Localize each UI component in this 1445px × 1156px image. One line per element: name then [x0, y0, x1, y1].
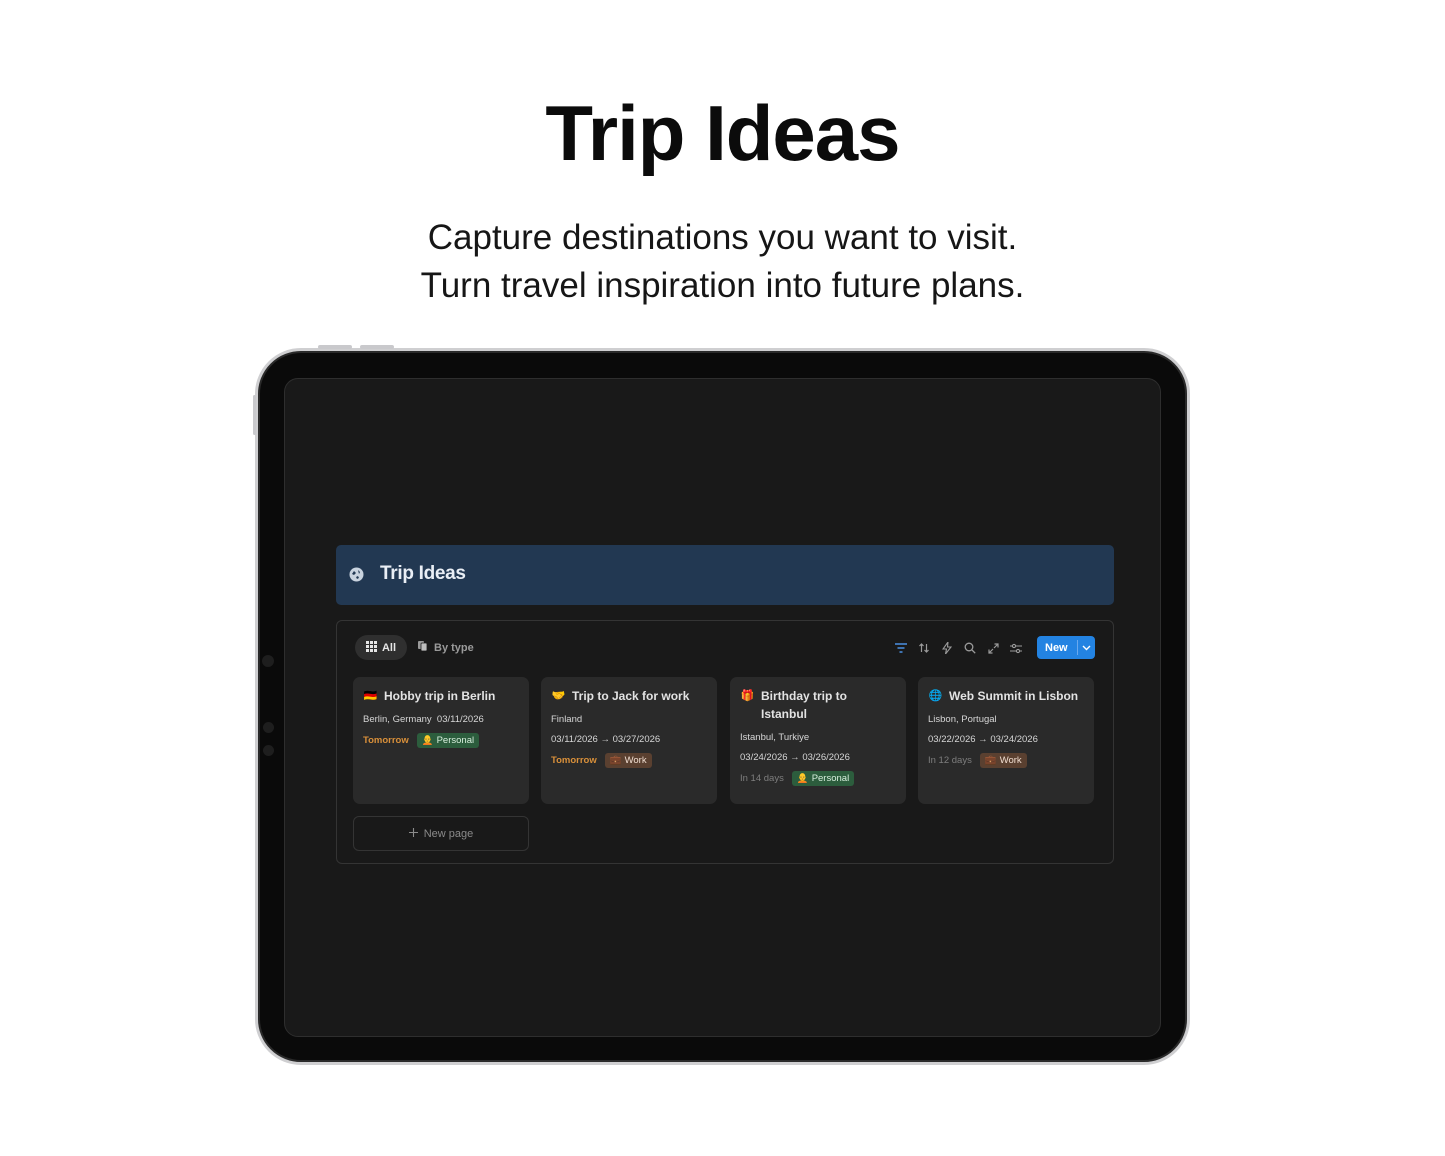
card-meta-row: Tomorrow 🧑‍🦲 Personal [363, 733, 519, 748]
tag-work: 💼 Work [604, 753, 652, 768]
view-tab-label: All [381, 641, 397, 654]
camera-dot [263, 722, 274, 733]
card-title: 🇩🇪 Hobby trip in Berlin [363, 687, 519, 705]
card-location: Berlin, Germany [363, 714, 432, 725]
globe-icon: 🌐 [928, 690, 943, 702]
settings-icon[interactable] [1009, 641, 1023, 655]
tablet-volume-button [318, 345, 352, 349]
tag-label: Personal [811, 773, 850, 784]
hero-subtitle-line2: Turn travel inspiration into future plan… [420, 266, 1025, 305]
card-title-text: Birthday trip to Istanbul [761, 689, 847, 721]
card-title-text: Hobby trip in Berlin [384, 689, 496, 703]
trip-card[interactable]: 🌐 Web Summit in Lisbon Lisbon, Portugal … [918, 677, 1094, 804]
trip-card[interactable]: 🇩🇪 Hobby trip in Berlin Berlin, Germany … [353, 677, 529, 804]
tablet-top-button [253, 395, 256, 435]
trip-card[interactable]: 🎁 Birthday trip to Istanbul Istanbul, Tu… [730, 677, 906, 804]
card-when: In 12 days [928, 755, 972, 766]
briefcase-icon: 💼 [984, 755, 997, 766]
card-title: 🌐 Web Summit in Lisbon [928, 687, 1084, 705]
card-title: 🎁 Birthday trip to Istanbul [740, 687, 866, 723]
chevron-down-icon[interactable] [1078, 645, 1095, 651]
hero-title: Trip Ideas [545, 89, 900, 177]
expand-icon[interactable] [986, 641, 1000, 655]
gift-icon: 🎁 [740, 690, 755, 702]
camera-dot [262, 655, 274, 667]
card-when: In 14 days [740, 773, 784, 784]
travel-explore-icon [348, 566, 365, 583]
card-location-date: Berlin, Germany 03/11/2026 [363, 714, 519, 725]
new-button-label: New [1045, 641, 1068, 654]
card-location: Istanbul, Turkiye [740, 732, 810, 743]
tag-label: Work [624, 755, 647, 766]
card-dates: 03/24/2026 → 03/26/2026 [740, 752, 850, 763]
card-title-text: Web Summit in Lisbon [949, 689, 1079, 703]
germany-flag-icon: 🇩🇪 [363, 690, 378, 702]
view-tab-label: By type [434, 641, 474, 654]
card-dates: 03/11/2026 → 03/27/2026 [551, 734, 661, 745]
view-tab-all[interactable]: All [355, 635, 407, 660]
sort-icon[interactable] [917, 641, 931, 655]
card-when: Tomorrow [363, 735, 409, 746]
card-title: 🤝 Trip to Jack for work [551, 687, 707, 705]
person-icon: 🧑‍🦲 [421, 735, 434, 746]
automation-icon[interactable] [940, 641, 954, 655]
card-dates: 03/22/2026 → 03/24/2026 [928, 734, 1038, 745]
card-title-text: Trip to Jack for work [572, 689, 690, 703]
hero-subtitle-line1: Capture destinations you want to visit. [427, 218, 1018, 257]
trip-card[interactable]: 🤝 Trip to Jack for work Finland 03/11/20… [541, 677, 717, 804]
card-meta-row: In 12 days 💼 Work [928, 753, 1084, 768]
card-dates: 03/11/2026 [436, 714, 484, 725]
tag-personal: 🧑‍🦲 Personal [416, 733, 480, 748]
tag-personal: 🧑‍🦲 Personal [791, 771, 855, 786]
grid-icon [365, 640, 377, 655]
card-location: Lisbon, Portugal [928, 714, 997, 725]
tablet-volume-button [360, 345, 394, 349]
page-title: Trip Ideas [380, 563, 466, 584]
briefcase-icon: 💼 [609, 755, 622, 766]
handshake-icon: 🤝 [551, 690, 566, 702]
view-toolbar [894, 637, 1023, 659]
camera-dot [263, 745, 274, 756]
plus-icon [408, 827, 418, 840]
search-icon[interactable] [963, 641, 977, 655]
new-button[interactable]: New [1037, 636, 1095, 659]
page-header-banner: Trip Ideas [336, 545, 1114, 605]
view-tab-by-type[interactable]: By type [417, 635, 474, 660]
tag-label: Work [999, 755, 1022, 766]
filter-icon[interactable] [894, 641, 908, 655]
person-icon: 🧑‍🦲 [796, 773, 809, 784]
tag-work: 💼 Work [979, 753, 1027, 768]
database-board: All By type New 🇩🇪 Hobby trip in Berlin … [336, 620, 1114, 864]
card-when: Tomorrow [551, 755, 597, 766]
tag-label: Personal [436, 735, 475, 746]
tag-stack-icon [417, 640, 429, 655]
card-location: Finland [551, 714, 583, 725]
new-page-label: New page [423, 827, 474, 840]
card-meta-row: In 14 days 🧑‍🦲 Personal [740, 771, 866, 786]
card-meta-row: Tomorrow 💼 Work [551, 753, 707, 768]
new-page-button[interactable]: New page [353, 816, 529, 851]
